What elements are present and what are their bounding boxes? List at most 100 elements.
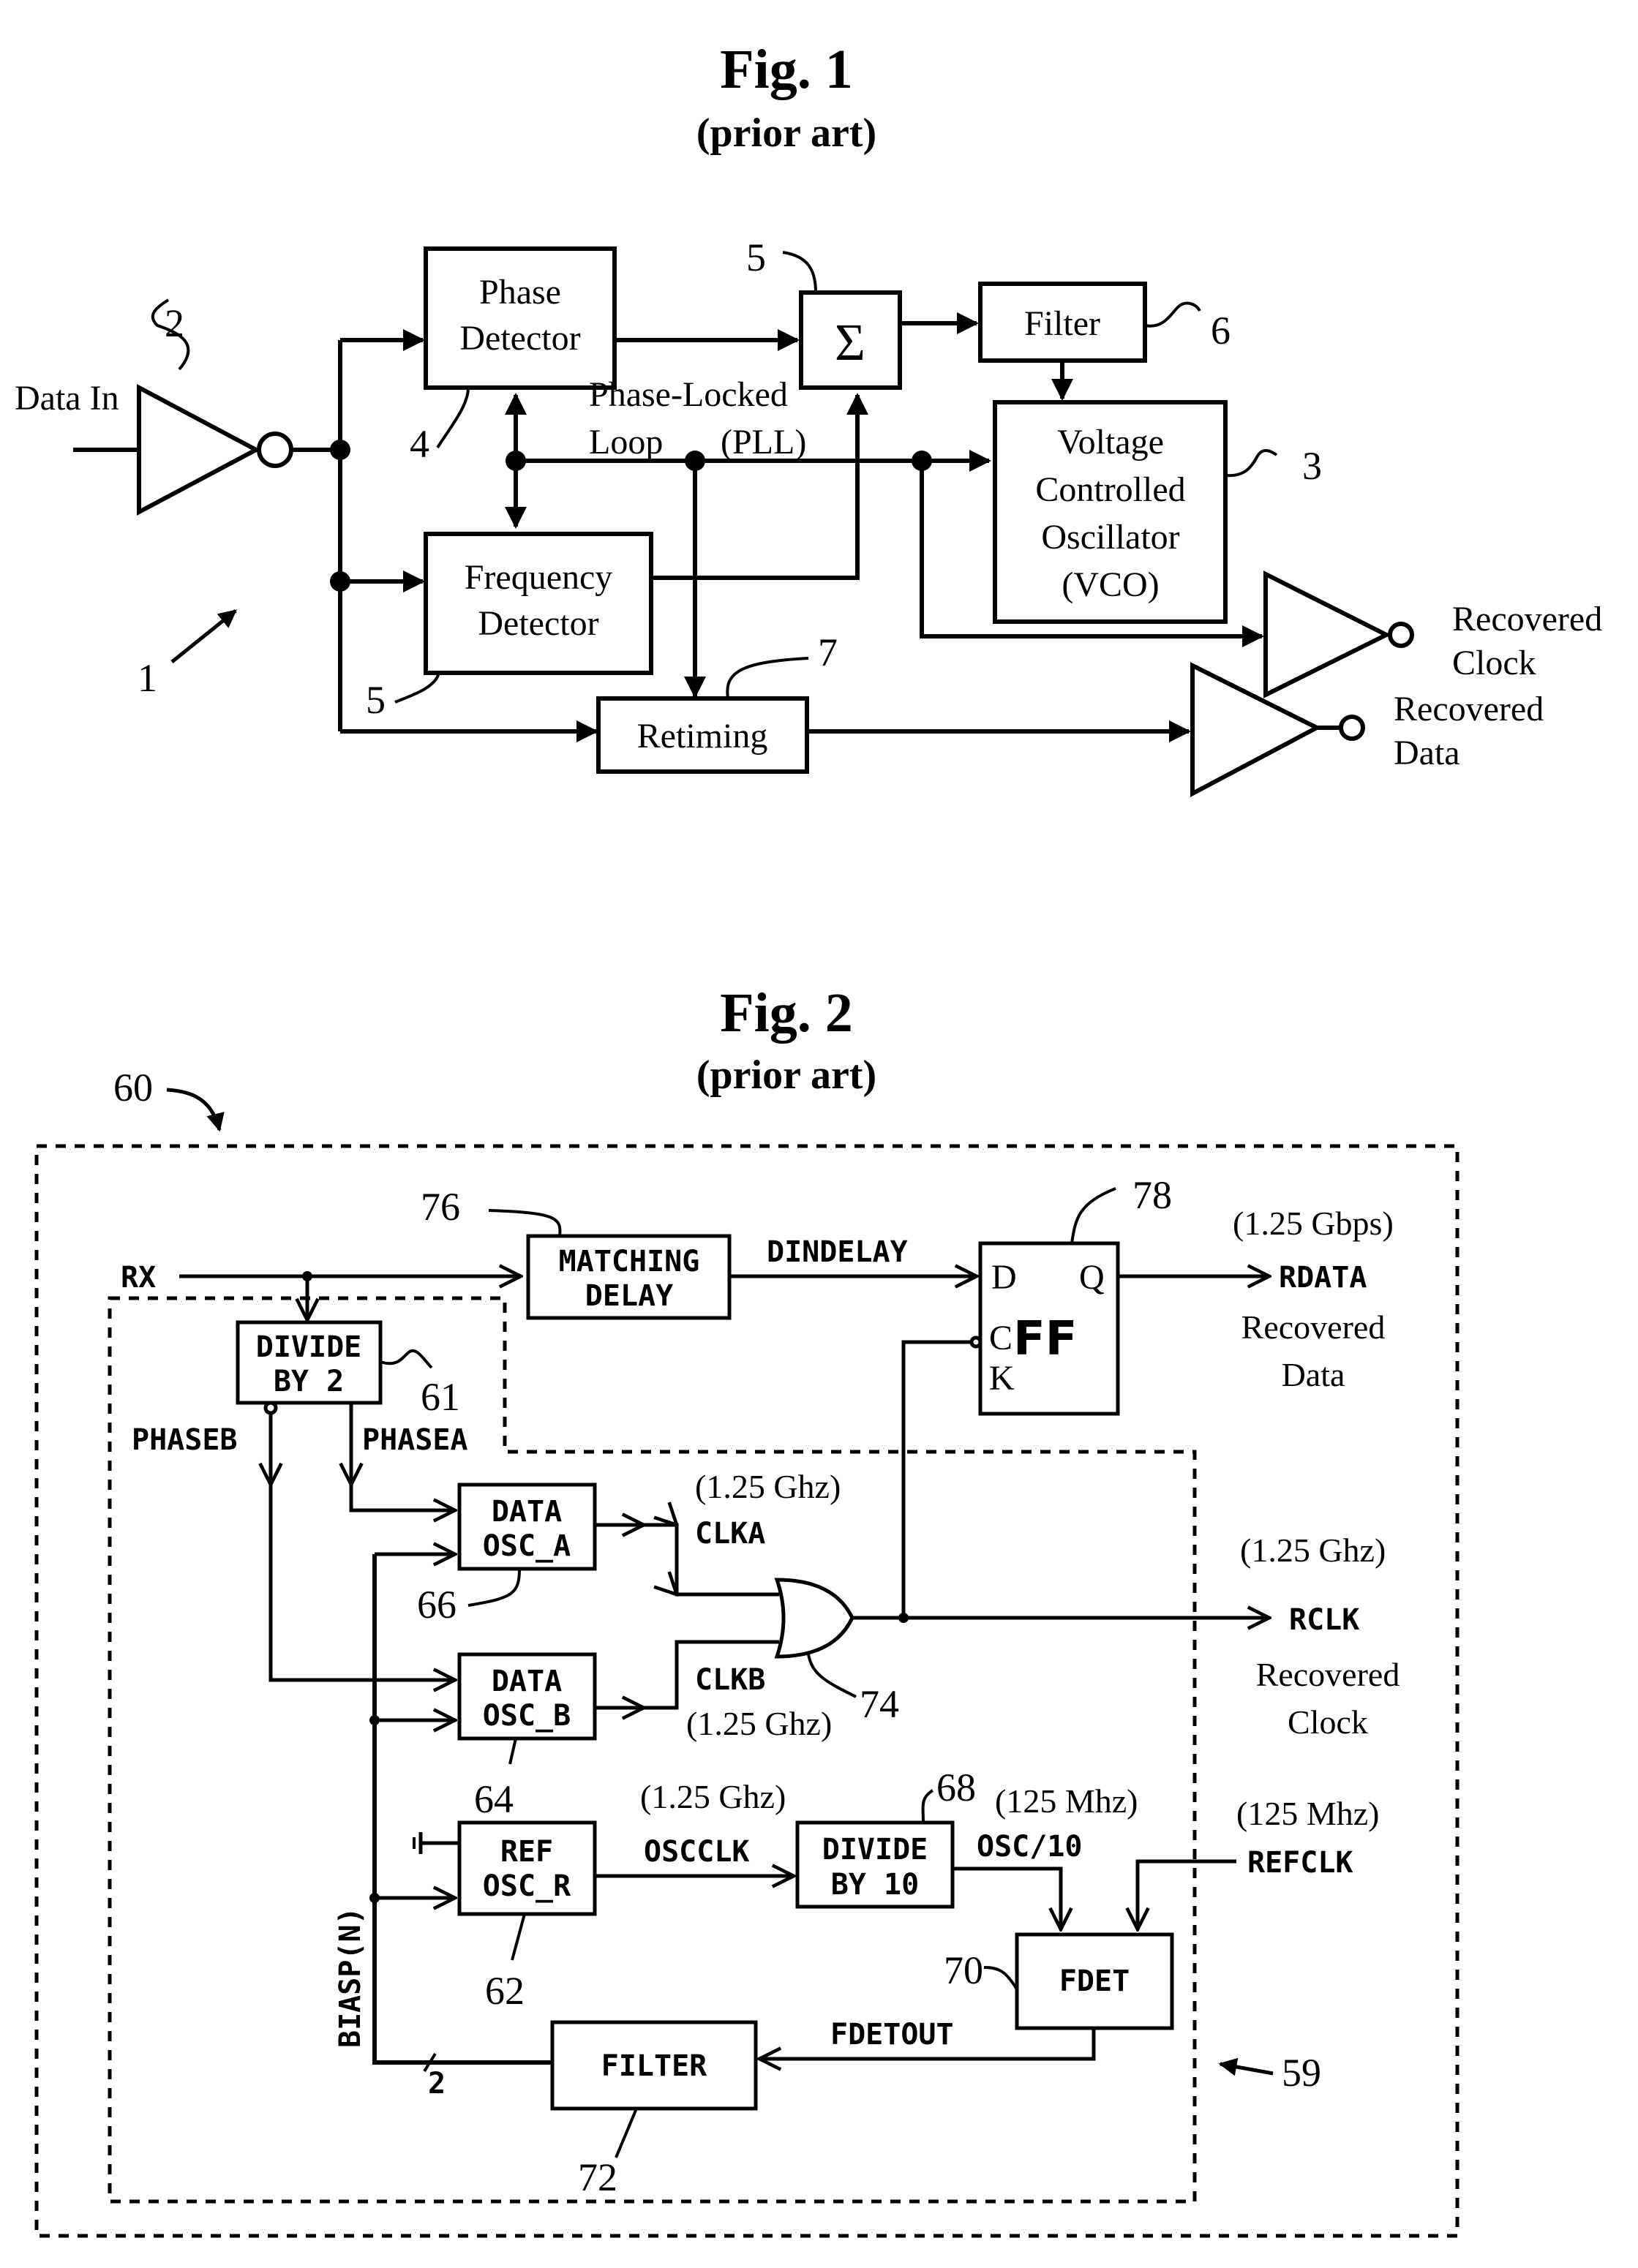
pll-label-abbrev: (PLL) — [721, 423, 806, 461]
ref61-leader — [380, 1349, 433, 1369]
data-osc-b-line1: DATA — [492, 1665, 562, 1698]
ref4-leader — [436, 387, 470, 449]
vco-block[interactable]: Voltage Controlled Oscillator (VCO) — [993, 400, 1228, 624]
recovered-clock-buffer — [1263, 570, 1414, 698]
ref-2: 2 — [165, 301, 184, 345]
ref-61: 61 — [421, 1375, 460, 1419]
clkb-label: CLKB — [695, 1663, 765, 1697]
fig1-subtitle: (prior art) — [696, 110, 876, 156]
data-osc-a-line2: OSC_A — [483, 1529, 571, 1563]
fig1-title: Fig. 1 — [720, 39, 853, 100]
ref70-leader — [983, 1966, 1018, 1991]
divide-by-10-block[interactable]: DIVIDE BY 10 — [795, 1820, 955, 1909]
vco-line4: (VCO) — [1062, 565, 1159, 604]
frequency-detector-line2: Detector — [478, 604, 598, 643]
ref5a-leader — [782, 251, 817, 293]
fdetout-label: FDETOUT — [830, 2018, 954, 2052]
divide-by-2-block[interactable]: DIVIDE BY 2 — [236, 1320, 383, 1405]
ref-7: 7 — [818, 630, 838, 674]
patent-drawing-sheet: Fig. 1 (prior art) Data In 2 Phase Detec… — [15, 39, 1602, 2238]
clka-label: CLKA — [695, 1517, 765, 1551]
divide-by-10-line2: BY 10 — [831, 1868, 919, 1902]
ground-symbol-icon — [413, 1832, 459, 1854]
clka-rate: (1.25 Ghz) — [695, 1468, 841, 1505]
ff-c-pin: C — [989, 1319, 1013, 1357]
ref-78: 78 — [1132, 1173, 1172, 1217]
ref-3: 3 — [1302, 444, 1322, 488]
ref-osc-r-block[interactable]: REF OSC_R — [457, 1820, 597, 1916]
phase-detector-block[interactable]: Phase Detector — [424, 246, 617, 390]
ref-4: 4 — [410, 422, 429, 466]
ref5b-leader — [394, 672, 440, 704]
recovered-clock-line1: Recovered — [1256, 1656, 1400, 1693]
filter-block[interactable]: Filter — [978, 282, 1147, 363]
phasea-label: PHASEA — [362, 1423, 468, 1457]
phaseb-label: PHASEB — [132, 1423, 238, 1457]
vco-line2: Controlled — [1035, 470, 1185, 509]
ref-62: 62 — [485, 1969, 525, 2013]
vco-line1: Voltage — [1057, 423, 1164, 461]
ref-68: 68 — [936, 1766, 976, 1809]
rclk-rate: (1.25 Ghz) — [1240, 1532, 1386, 1569]
ref-60: 60 — [113, 1066, 153, 1109]
biasp-label: BIASP(N) — [334, 1907, 367, 2048]
osc10-label: OSC/10 — [977, 1830, 1083, 1864]
osc10-rate: (125 Mhz) — [995, 1782, 1138, 1820]
ff-q-pin: Q — [1079, 1258, 1105, 1297]
rclk-label: RCLK — [1289, 1603, 1359, 1637]
ref74-leader — [807, 1654, 857, 1698]
flip-flop-block[interactable]: D Q C K FF — [978, 1241, 1120, 1416]
ref-70: 70 — [944, 1948, 983, 1992]
divide-by-10-line1: DIVIDE — [822, 1833, 928, 1866]
rdata-label: RDATA — [1279, 1261, 1367, 1295]
ff-d-pin: D — [991, 1258, 1017, 1297]
recovered-data-line1: Recovered — [1394, 690, 1544, 728]
ref-5-frequency-detector: 5 — [366, 678, 386, 722]
matching-delay-line1: MATCHING — [559, 1245, 700, 1278]
or-gate[interactable] — [774, 1578, 854, 1659]
ref78-leader — [1070, 1187, 1116, 1244]
ref-osc-r-line1: REF — [500, 1835, 553, 1869]
filter-block[interactable]: FILTER — [550, 2020, 758, 2111]
frequency-detector-block[interactable]: Frequency Detector — [424, 532, 653, 675]
ref-66: 66 — [417, 1583, 457, 1627]
pll-label-loop: Loop — [589, 423, 663, 461]
filter-label: FILTER — [601, 2049, 707, 2083]
figure-2: Fig. 2 (prior art) 60 59 RX MATCHING DEL… — [34, 982, 1459, 2238]
ref-72: 72 — [578, 2155, 617, 2199]
ref-6: 6 — [1211, 309, 1231, 353]
rx-label: RX — [121, 1261, 156, 1295]
figure-1: Fig. 1 (prior art) Data In 2 Phase Detec… — [15, 39, 1602, 797]
ref60-arrow — [166, 1088, 225, 1132]
recovered-data-line2: Data — [1394, 734, 1460, 772]
ref3-leader — [1225, 449, 1278, 478]
fdet-label: FDET — [1059, 1964, 1130, 1998]
ref59-arrow — [1218, 2057, 1274, 2076]
refclk-label: REFCLK — [1247, 1846, 1353, 1880]
data-osc-a-block[interactable]: DATA OSC_A — [457, 1483, 597, 1571]
ff-name: FF — [1013, 1312, 1077, 1366]
rdata-rate: (1.25 Gbps) — [1233, 1205, 1394, 1242]
fig2-subtitle: (prior art) — [696, 1052, 876, 1098]
retiming-label: Retiming — [637, 717, 768, 756]
matching-delay-block[interactable]: MATCHING DELAY — [526, 1234, 732, 1320]
data-osc-b-line2: OSC_B — [483, 1699, 571, 1733]
fdet-block[interactable]: FDET — [1015, 1932, 1174, 2030]
frequency-detector-line1: Frequency — [465, 558, 613, 597]
filter-label: Filter — [1024, 304, 1100, 343]
phase-detector-line1: Phase — [479, 273, 561, 312]
clkb-rate: (1.25 Ghz) — [686, 1705, 832, 1742]
data-osc-b-block[interactable]: DATA OSC_B — [457, 1652, 597, 1741]
ref76-leader — [488, 1209, 562, 1237]
ref7-leader — [726, 657, 809, 699]
sigma-symbol: Σ — [835, 313, 865, 372]
ref-5-sum: 5 — [746, 236, 766, 279]
recovered-data-buffer — [1190, 662, 1365, 797]
summing-junction-block[interactable]: Σ — [799, 290, 902, 390]
data-in-label: Data In — [15, 379, 119, 418]
ref1-arrow — [170, 609, 237, 663]
ref72-leader — [615, 2108, 638, 2158]
fig2-title: Fig. 2 — [720, 982, 853, 1044]
divide-by-2-line2: BY 2 — [274, 1365, 344, 1398]
retiming-block[interactable]: Retiming — [596, 696, 809, 774]
